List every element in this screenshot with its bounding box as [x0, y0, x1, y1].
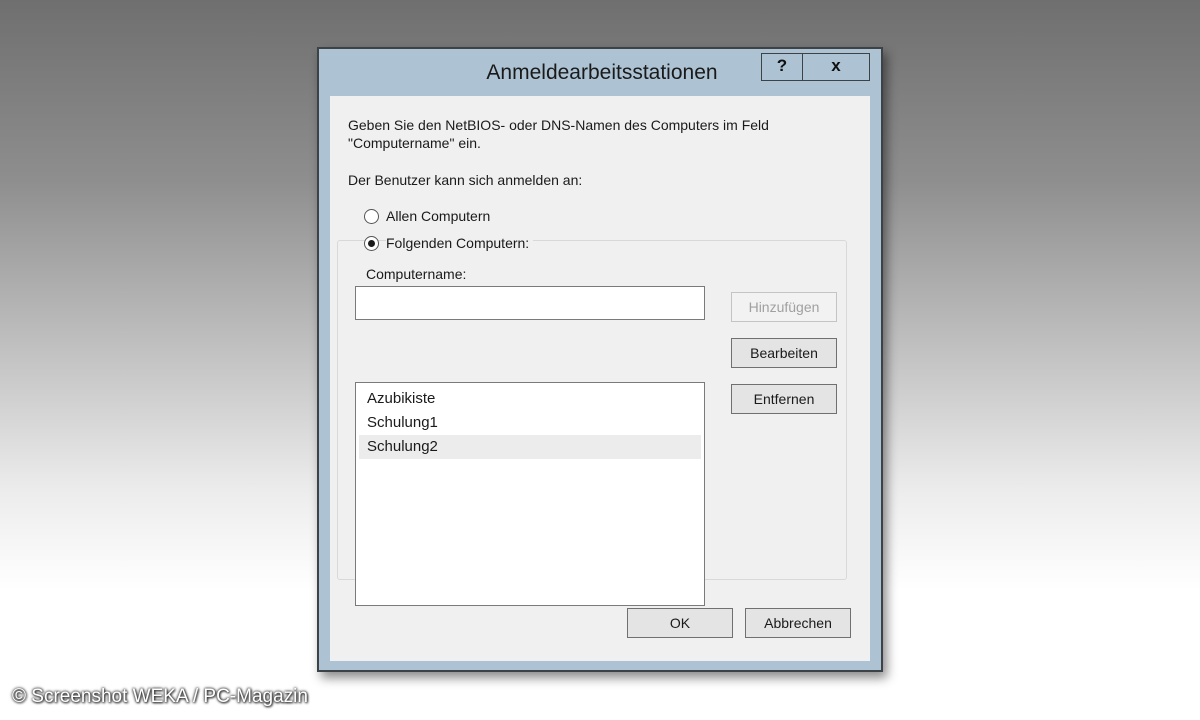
copyright-watermark: © Screenshot WEKA / PC-Magazin [12, 686, 308, 707]
instruction-line-2: "Computername" ein. [348, 135, 481, 151]
radio-all-computers[interactable] [364, 209, 379, 224]
instruction-line-1: Geben Sie den NetBIOS- oder DNS-Namen de… [348, 117, 769, 133]
radio-all-computers-label[interactable]: Allen Computern [386, 208, 490, 224]
cancel-button[interactable]: Abbrechen [745, 608, 851, 638]
computername-input[interactable] [355, 286, 705, 320]
dialog-client-area: Geben Sie den NetBIOS- oder DNS-Namen de… [330, 96, 870, 661]
remove-button[interactable]: Entfernen [731, 384, 837, 414]
ok-button[interactable]: OK [627, 608, 733, 638]
help-button[interactable]: ? [761, 53, 803, 81]
radio-following-computers[interactable] [364, 236, 379, 251]
list-item[interactable]: Schulung1 [359, 411, 701, 435]
list-item[interactable]: Azubikiste [359, 387, 701, 411]
computer-list[interactable]: Azubikiste Schulung1 Schulung2 [355, 382, 705, 606]
close-button[interactable]: x [802, 53, 870, 81]
list-item-selected[interactable]: Schulung2 [359, 435, 701, 459]
computername-label: Computername: [366, 266, 467, 282]
dialog-window: Anmeldearbeitsstationen ? x Geben Sie de… [317, 47, 883, 672]
radio-following-computers-label[interactable]: Folgenden Computern: [386, 235, 534, 251]
login-label: Der Benutzer kann sich anmelden an: [348, 172, 583, 188]
add-button[interactable]: Hinzufügen [731, 292, 837, 322]
edit-button[interactable]: Bearbeiten [731, 338, 837, 368]
